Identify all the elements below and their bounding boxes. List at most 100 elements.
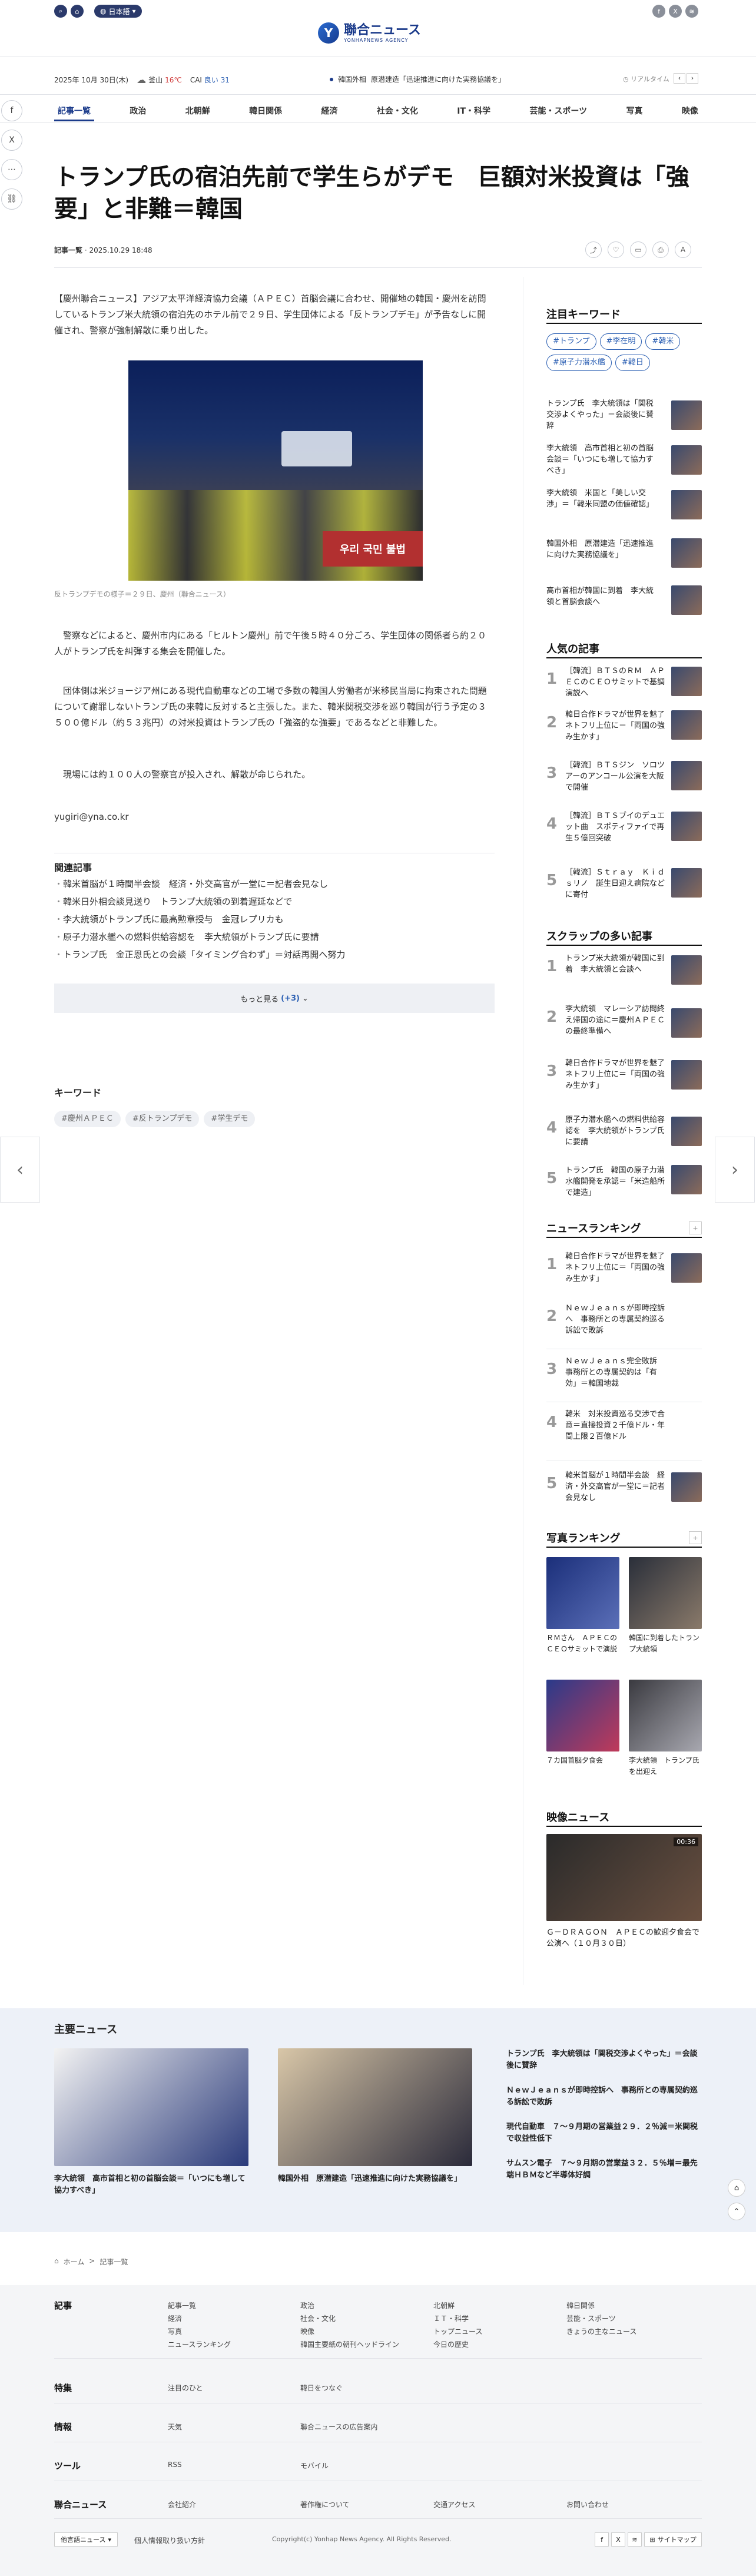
ranking-item[interactable]: 韓米 対米投資巡る交渉で合意＝直接投資２千億ドル・年間上限２百億ドル [565,1409,665,1442]
footer-link[interactable]: 韓国主要紙の朝刊ヘッドライン [300,2339,399,2349]
footer-link[interactable]: トップニュース [433,2326,482,2336]
breadcrumb-current[interactable]: 記事一覧 [100,2257,128,2267]
footer-link[interactable]: モバイル [300,2461,329,2471]
thumbnail[interactable] [671,1472,702,1502]
thumbnail[interactable] [671,868,702,898]
news-ticker[interactable]: 韓国外相 原潜建造「迅速推進に向けた実務協議を」 [330,74,505,84]
other-language-select[interactable]: 他言語ニュース ▾ [54,2532,118,2547]
sitemap-button[interactable]: ⊞ サイトマップ [644,2532,702,2547]
ranking-item[interactable]: ＮｅｗＪｅａｎｓ完全敗訴 事務所との専属契約は「有効」＝韓国地裁 [565,1356,665,1389]
footer-link[interactable]: 芸能・スポーツ [566,2313,616,2323]
privacy-link[interactable]: 個人情報取り扱い方針 [134,2535,205,2545]
side-keyword-item[interactable]: 韓国外相 原潜建造「迅速推進に向けた実務協議を」 [546,538,656,561]
footer-link[interactable]: 映像 [300,2326,314,2336]
ranking-item[interactable]: 韓米首脳が１時間半会談 経済・外交高官が一堂に＝記者会見なし [565,1470,665,1504]
photo-rank-thumb[interactable] [629,1557,702,1629]
nav-item-photo[interactable]: 写真 [623,101,646,121]
thumbnail[interactable] [671,761,702,790]
main-news-list-item[interactable]: 現代自動車 ７～９月期の営業益２９．２％減＝米関税で収益性低下 [506,2121,701,2145]
ticker-prev-button[interactable]: ‹ [674,73,685,84]
share-link-button[interactable]: ⛓ [1,188,22,210]
footer-link[interactable]: 交通アクセス [433,2499,475,2509]
ranking-more-button[interactable]: + [689,1221,702,1234]
thumbnail[interactable] [671,400,702,430]
popular-item[interactable]: ［韓流］ＢＴＳブイのデュエット曲 スポティファイで再生５億回突破 [565,810,665,844]
ticker-next-button[interactable]: › [687,73,698,84]
thumbnail[interactable] [671,1008,702,1038]
nav-item-society[interactable]: 社会・文化 [373,101,422,121]
keyword-tag[interactable]: #反トランプデモ [125,1111,200,1127]
thumbnail[interactable] [671,1060,702,1090]
like-icon[interactable]: ♡ [608,241,624,258]
share-more-button[interactable]: ⋯ [1,159,22,180]
photo-rank-caption[interactable]: 李大統領 トランプ氏を出迎え [629,1755,702,1777]
reporter-email[interactable]: yugiri@yna.co.kr [54,809,495,825]
side-keyword-item[interactable]: 高市首相が韓国に到着 李大統領と首脳会談へ [546,585,656,608]
related-item[interactable]: 韓米首脳が１時間半会談 経済・外交高官が一堂に＝記者会見なし [54,875,495,893]
main-news-card-2[interactable]: 韓国外相 原潜建造「迅速推進に向けた実務協議を」 [278,2173,472,2185]
keyword-tag[interactable]: #学生デモ [204,1111,256,1127]
footer-link[interactable]: 写真 [168,2326,182,2336]
video-caption[interactable]: Ｇ－ＤＲＡＧＯＮ ＡＰＥＣの歓迎夕食会で公演へ（１０月３０日） [546,1927,702,1949]
prev-article-button[interactable]: ‹ [0,1137,40,1203]
scrap-item[interactable]: 原子力潜水艦への燃料供給容認を 李大統領がトランプ氏に要請 [565,1114,665,1148]
font-size-icon[interactable]: A [675,241,691,258]
scrap-item[interactable]: トランプ氏 韓国の原子力潜水艦開発を承認＝「米造船所で建造」 [565,1165,665,1198]
language-select[interactable]: ◍ 日本語 ▾ [94,5,142,18]
related-item[interactable]: 原子力潜水艦への燃料供給容認を 李大統領がトランプ氏に要請 [54,928,495,946]
main-news-image-1[interactable] [54,2048,248,2166]
nav-item-entertainment[interactable]: 芸能・スポーツ [526,101,591,121]
ranking-item[interactable]: 韓日合作ドラマが世界を魅了 ネトフリ上位に＝「両国の強み生かす」 [565,1251,672,1284]
thumbnail[interactable] [671,490,702,519]
main-news-list-item[interactable]: サムスン電子 ７～９月期の営業益３２．５％増＝最先端ＨＢＭなど半導体好調 [506,2158,701,2181]
thumbnail[interactable] [671,585,702,615]
thumbnail[interactable] [671,1165,702,1194]
footer-link[interactable]: 韓日関係 [566,2300,595,2310]
main-news-card-1[interactable]: 李大統領 高市首相と初の首脳会談＝「いつにも増して協力すべき」 [54,2173,248,2197]
home-float-icon[interactable]: ⌂ [728,2179,745,2197]
main-news-image-2[interactable] [278,2048,472,2166]
facebook-icon[interactable]: f [652,5,665,18]
footer-rss-icon[interactable]: ≋ [628,2532,642,2547]
scroll-top-icon[interactable]: ⌃ [728,2203,745,2220]
footer-link[interactable]: 記事一覧 [168,2300,196,2310]
footer-link[interactable]: ニュースランキング [168,2339,231,2349]
footer-link[interactable]: 韓日をつなぐ [300,2383,343,2393]
photo-rank-thumb[interactable] [629,1680,702,1751]
nav-item-north-korea[interactable]: 北朝鮮 [182,101,214,121]
scrap-item[interactable]: 李大統領 マレーシア訪問終え帰国の途に＝慶州ＡＰＥＣの最終準備へ [565,1004,665,1037]
side-keyword-tag[interactable]: #韓米 [645,333,681,350]
footer-x-icon[interactable]: X [611,2532,625,2547]
nav-item-politics[interactable]: 政治 [126,101,150,121]
footer-link[interactable]: 政治 [300,2300,314,2310]
share-facebook-button[interactable]: f [1,100,22,121]
popular-item[interactable]: ［韓流］ＢＴＳのＲＭ ＡＰＥＣのＣＥＯサミットで基調演説へ [565,665,665,699]
footer-link[interactable]: 会社紹介 [168,2499,196,2509]
nav-item-articles[interactable]: 記事一覧 [54,101,94,121]
article-category[interactable]: 記事一覧 [54,246,82,254]
photo-rank-caption[interactable]: ７カ国首脳夕食会 [546,1755,619,1766]
footer-link[interactable]: 著作権について [300,2499,350,2509]
thumbnail[interactable] [671,1253,702,1283]
footer-link[interactable]: きょうの主なニュース [566,2326,636,2336]
main-news-list-item[interactable]: トランプ氏 李大統領は「関税交渉よくやった」＝会談後に賛辞 [506,2048,701,2072]
thumbnail[interactable] [671,812,702,841]
side-keyword-tag[interactable]: #トランプ [546,333,596,350]
footer-link[interactable]: 北朝鮮 [433,2300,455,2310]
breadcrumb-home[interactable]: ホーム [64,2257,85,2267]
side-keyword-item[interactable]: 李大統領 米国と「美しい交渉」＝「韓米同盟の価値確認」 [546,488,656,510]
x-icon[interactable]: X [669,5,682,18]
footer-link[interactable]: 注目のひと [168,2383,203,2393]
video-thumbnail[interactable]: 00:36 [546,1834,702,1921]
footer-link[interactable]: 経済 [168,2313,182,2323]
scrap-icon[interactable]: ▭ [630,241,646,258]
footer-link[interactable]: 天気 [168,2422,182,2432]
home-icon[interactable]: ⌂ [71,5,84,18]
footer-link[interactable]: 今日の歴史 [433,2339,469,2349]
side-keyword-tag[interactable]: #原子力潜水艦 [546,355,612,371]
thumbnail[interactable] [671,955,702,985]
rss-icon[interactable]: ≋ [685,5,698,18]
more-button[interactable]: もっと見る (+3) ⌄ [54,984,495,1013]
scrap-item[interactable]: 韓日合作ドラマが世界を魅了 ネトフリ上位に＝「両国の強み生かす」 [565,1058,672,1091]
footer-link[interactable]: 聯合ニュースの広告案内 [300,2422,377,2432]
